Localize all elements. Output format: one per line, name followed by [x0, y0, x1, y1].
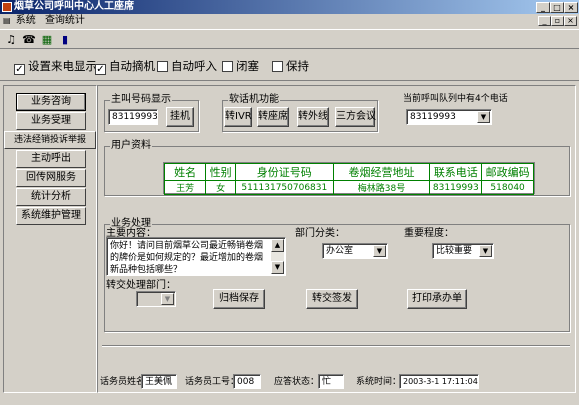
menu-query-stats[interactable]: 查询统计: [45, 15, 85, 26]
softphone-label: 软话机功能: [228, 94, 280, 106]
menu-bar: ▤ 系统 查询统计: [0, 14, 579, 28]
customer-table: 姓名 性别 身份证号码 卷烟经营地址 联系电话 邮政编码 王芳 女 511131…: [163, 162, 535, 195]
transfer-external-button[interactable]: 转外线: [297, 107, 329, 127]
minimize-button[interactable]: _: [536, 2, 550, 13]
hangup-button[interactable]: 挂机: [166, 107, 194, 127]
checkbox[interactable]: [157, 61, 168, 72]
queue-select[interactable]: 83119993 ▼: [406, 109, 492, 125]
sidebar-item-statistics[interactable]: 统计分析: [16, 188, 86, 206]
auto-hangup-option[interactable]: ✓ 自动摘机: [95, 60, 155, 75]
mdi-restore-button[interactable]: ▫: [551, 16, 564, 26]
maximize-button[interactable]: □: [550, 2, 564, 13]
transfer-ivr-button[interactable]: 转IVR: [224, 107, 252, 127]
scroll-up-icon[interactable]: ▲: [271, 239, 284, 252]
system-time-field: 2003-3-1 17:11:04: [399, 374, 479, 389]
transfer-dept-select[interactable]: ▼: [136, 291, 176, 307]
sidebar-item-network-service[interactable]: 回传网服务: [16, 169, 86, 187]
category-label: 部门分类：: [295, 228, 345, 239]
answer-state-label: 应答状态：: [274, 377, 320, 387]
print-ticket-button[interactable]: 打印承办单: [407, 289, 467, 309]
transfer-agent-button[interactable]: 转座席: [257, 107, 289, 127]
checkbox[interactable]: ✓: [14, 64, 25, 75]
caller-id-option[interactable]: ✓ 设置来电显示: [14, 60, 97, 75]
main-panel: 主叫号码显示 83119993 挂机 软话机功能 转IVR 转座席 转外线 三方…: [97, 85, 576, 393]
table-cell: 王芳: [163, 180, 207, 195]
status-divider: [102, 345, 570, 347]
importance-select[interactable]: 比较重要 ▼: [432, 243, 494, 259]
table-cell: 梅林路38号: [332, 180, 431, 195]
table-cell: 女: [205, 180, 237, 195]
mdi-doc-icon: ▤: [3, 16, 11, 25]
scroll-down-icon[interactable]: ▼: [271, 261, 284, 274]
column-header: 身份证号码: [235, 163, 334, 181]
column-header: 性别: [205, 163, 237, 181]
chevron-down-icon[interactable]: ▼: [477, 111, 490, 123]
content-scrollbar[interactable]: ▲ ▼: [271, 239, 284, 274]
toolbar: ♫ ☎ ▦ ▮: [0, 29, 579, 49]
checkbox[interactable]: [222, 61, 233, 72]
sidebar-item-outbound[interactable]: 主动呼出: [16, 150, 86, 168]
checkbox[interactable]: [272, 61, 283, 72]
content-textarea[interactable]: 你好！请问目前烟草公司最近畅销卷烟的牌价是如何规定的？最近增加的卷烟新品种包括哪…: [106, 237, 286, 276]
mdi-minimize-button[interactable]: _: [538, 16, 551, 26]
block-option[interactable]: 闭塞: [222, 60, 259, 73]
caller-number-label: 主叫号码显示: [110, 94, 172, 106]
checkbox[interactable]: ✓: [95, 64, 106, 75]
column-header: 卷烟经营地址: [332, 163, 431, 181]
column-header: 邮政编码: [481, 163, 534, 181]
table-cell: 83119993: [429, 180, 483, 195]
chevron-down-icon[interactable]: ▼: [479, 245, 492, 257]
title-bar: 烟草公司呼叫中心人工座席 _ □ ×: [0, 0, 579, 14]
auto-call-option[interactable]: 自动呼入: [157, 60, 217, 73]
options-row: ✓ 设置来电显示 ✓ 自动摘机 自动呼入 闭塞 保持: [0, 51, 579, 81]
answer-state-field[interactable]: 忙: [318, 374, 344, 389]
transfer-sign-button[interactable]: 转交签发: [306, 289, 358, 309]
app-icon: [2, 2, 12, 12]
hold-option[interactable]: 保持: [272, 60, 309, 73]
customer-info-label: 用户资料: [110, 140, 152, 152]
column-header: 姓名: [163, 163, 207, 181]
table-cell: 518040: [481, 180, 534, 195]
sidebar-item-consult[interactable]: 业务咨询: [16, 93, 86, 111]
queue-label: 当前呼叫队列中有4个电话: [403, 94, 508, 104]
telephone-icon[interactable]: ☎: [22, 33, 36, 47]
close-button[interactable]: ×: [564, 2, 578, 13]
archive-button[interactable]: 归档保存: [213, 289, 265, 309]
chevron-down-icon[interactable]: ▼: [161, 293, 174, 305]
chevron-down-icon[interactable]: ▼: [373, 245, 386, 257]
bell-icon[interactable]: ♫: [4, 33, 18, 47]
three-way-conference-button[interactable]: 三方会议: [335, 107, 376, 127]
caller-number-field[interactable]: 83119993: [108, 109, 158, 125]
table-cell: 511131750706831: [235, 180, 334, 195]
importance-label: 重要程度：: [404, 228, 454, 239]
category-select[interactable]: 办公室 ▼: [322, 243, 388, 259]
mdi-close-button[interactable]: ×: [564, 16, 577, 26]
operator-name-label: 话务员姓名: [100, 377, 146, 387]
bar-chart-icon[interactable]: ▮: [58, 33, 72, 47]
window-title: 烟草公司呼叫中心人工座席: [14, 1, 134, 12]
operator-name-field[interactable]: 王美佩: [141, 374, 177, 389]
sidebar-item-maintenance[interactable]: 系统维护管理: [16, 207, 86, 225]
sidebar: 业务咨询 业务受理 违法经销投诉举报 主动呼出 回传网服务 统计分析 系统维护管…: [3, 85, 97, 393]
customer-grid: 姓名 性别 身份证号码 卷烟经营地址 联系电话 邮政编码 王芳 女 511131…: [163, 163, 534, 195]
table-row[interactable]: 王芳 女 511131750706831 梅林路38号 83119993 518…: [163, 180, 534, 195]
table-header-row: 姓名 性别 身份证号码 卷烟经营地址 联系电话 邮政编码: [163, 163, 534, 181]
menu-system[interactable]: 系统: [16, 15, 36, 26]
grid-icon[interactable]: ▦: [40, 33, 54, 47]
operator-id-field[interactable]: 008: [233, 374, 261, 389]
sidebar-item-accept[interactable]: 业务受理: [16, 112, 86, 130]
operator-id-label: 话务员工号：: [185, 377, 240, 387]
sidebar-item-complaints[interactable]: 违法经销投诉举报: [4, 131, 96, 149]
system-time-label: 系统时间：: [356, 377, 402, 387]
content-text: 你好！请问目前烟草公司最近畅销卷烟的牌价是如何规定的？最近增加的卷烟新品种包括哪…: [110, 241, 264, 275]
column-header: 联系电话: [429, 163, 483, 181]
